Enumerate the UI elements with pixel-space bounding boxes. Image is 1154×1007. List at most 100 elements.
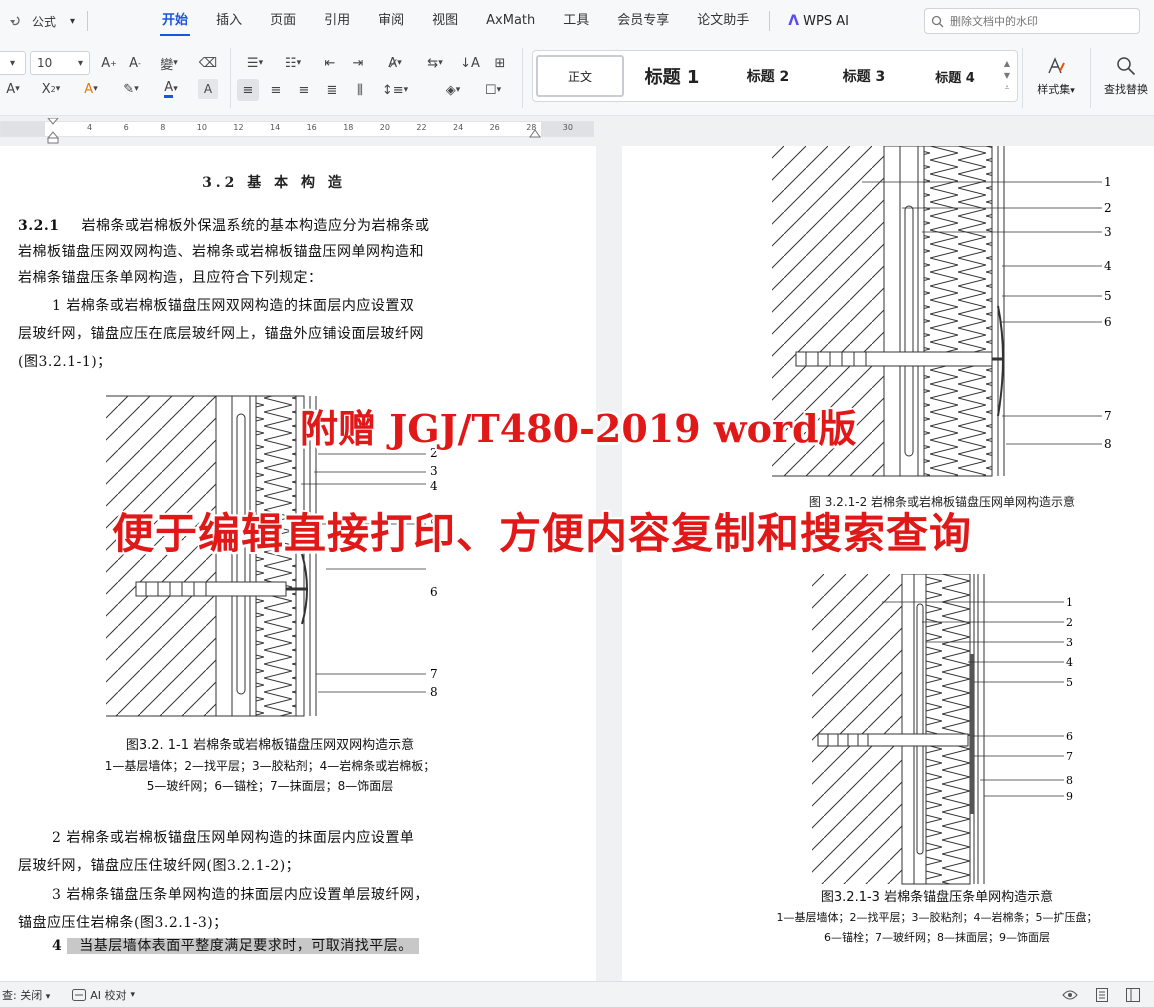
tab-6[interactable]: AxMath: [472, 0, 549, 42]
ruler-tick-label: 10: [196, 123, 207, 132]
fig3-label-5: 5: [1066, 676, 1073, 689]
menu-separator: [87, 11, 89, 31]
fig1-label-7: 7: [430, 667, 438, 681]
eye-icon[interactable]: [1062, 989, 1078, 1001]
style-set-icon: [1048, 57, 1065, 74]
item-1: 1 岩棉条或岩棉板锚盘压网双网构造的抹面层内应设置双 层玻纤网，锚盘应压在底层玻…: [18, 292, 538, 376]
fig1-label-4: 4: [430, 479, 438, 493]
tab-0[interactable]: 开始: [148, 0, 202, 42]
font-color-icon[interactable]: A ▾: [156, 78, 186, 100]
search-input[interactable]: [950, 14, 1130, 28]
justify-icon[interactable]: ≣: [320, 79, 344, 101]
document-page-right[interactable]: 1 2 3 4 5 6 7 8 图 3.2.1-2 岩棉条或岩棉板锚盘压网单网构…: [622, 146, 1154, 981]
line-spacing-icon[interactable]: ↕≡ ▾: [378, 79, 412, 101]
section-title: 3.2 基 本 构 造: [202, 175, 346, 191]
clause-line: 岩棉条锚盘压条单网构造，且应符合下列规定：: [18, 270, 323, 286]
text-effect-icon[interactable]: A ▾: [76, 78, 106, 100]
style-normal[interactable]: 正文: [536, 55, 624, 97]
item-line: 3 岩棉条锚盘压条单网构造的抹面层内应设置单层玻纤网，: [52, 887, 429, 903]
fig2-label-1: 1: [1104, 175, 1112, 189]
caption-legend-line: 1—基层墙体；2—找平层；3—胶粘剂；4—岩棉条或岩棉板；: [104, 759, 436, 773]
align-left-icon[interactable]: ≡: [237, 79, 259, 101]
tab-5[interactable]: 视图: [418, 0, 472, 42]
ruler-tick-label: 22: [416, 123, 427, 132]
tab-9[interactable]: 论文助手: [683, 0, 763, 42]
horizontal-ruler[interactable]: 4 6 8 10 12 14 16 18 20 22 24 26 28 30: [0, 118, 594, 144]
item-4-text-selected: 当基层墙体表面平整度满足要求时，可取消找平层。: [67, 938, 419, 954]
char-shading-icon[interactable]: A: [198, 79, 218, 99]
sort-icon[interactable]: ⇆ ▾: [420, 52, 450, 74]
chevron-down-icon: ▾: [45, 991, 51, 1002]
style-heading-4[interactable]: 标题 4: [912, 52, 998, 100]
decrease-font-icon[interactable]: A-: [124, 52, 146, 74]
ruler-tick-label: 26: [489, 123, 500, 132]
caption-legend-line: 1—基层墙体；2—找平层；3—胶粘剂；4—岩棉条；5—扩压盘；: [776, 911, 1098, 924]
clause-line: 岩棉板锚盘压网双网构造、岩棉条或岩棉板锚盘压网单网构造和: [18, 244, 424, 260]
layout-icon[interactable]: [1126, 987, 1140, 1002]
tab-2[interactable]: 页面: [256, 0, 310, 42]
align-center-icon[interactable]: ≡: [264, 79, 288, 101]
tab-8[interactable]: 会员专享: [603, 0, 683, 42]
wps-ai-button[interactable]: ᐱ WPS AI: [776, 13, 861, 29]
find-icon: [1117, 57, 1136, 76]
fig2-label-6: 6: [1104, 315, 1112, 329]
ruler-tick-label: 6: [123, 123, 129, 132]
search-box[interactable]: [924, 8, 1140, 34]
font-size-dropdown[interactable]: 10 ▾: [30, 51, 90, 75]
distributed-align-icon[interactable]: ⫼: [348, 79, 372, 101]
fig1-label-8: 8: [430, 685, 438, 699]
highlight-color-icon[interactable]: ✎ ▾: [116, 78, 146, 100]
chevron-up-icon[interactable]: ▲: [1004, 58, 1010, 70]
style-set-button[interactable]: 样式集▾: [1028, 50, 1084, 102]
style-heading-3[interactable]: 标题 3: [816, 52, 912, 100]
ruler-margin-left: [1, 122, 45, 136]
tab-3[interactable]: 引用: [310, 0, 364, 42]
toolbar-separator: [1090, 48, 1091, 108]
increase-indent-icon[interactable]: ⇥: [346, 52, 370, 74]
ai-check-button[interactable]: AI 校对 ▾: [72, 987, 135, 1003]
show-marks-icon[interactable]: ⊞: [488, 52, 512, 74]
review-status[interactable]: 查: 关闭 ▾: [2, 987, 50, 1003]
document-page-left[interactable]: 3.2 基 本 构 造 3.2.1 岩棉条或岩棉板外保温系统的基本构造应分为岩棉条…: [0, 146, 596, 981]
font-name-dropdown[interactable]: ▾: [0, 51, 26, 75]
chevron-down-icon: ▾: [9, 57, 16, 69]
phonetic-guide-icon[interactable]: 變 ▾: [152, 52, 186, 74]
chevron-down-icon[interactable]: ▼: [1004, 70, 1010, 82]
font-size-value: 10: [37, 56, 53, 70]
fig1-label-6: 6: [430, 585, 438, 599]
superscript-icon[interactable]: X 2 ▾: [36, 78, 66, 100]
page-view-icon[interactable]: [1096, 987, 1108, 1002]
numbered-list-icon[interactable]: ☷ ▾: [278, 52, 308, 74]
formula-menu[interactable]: 公式 ▾: [0, 0, 83, 42]
status-bar: 查: 关闭 ▾ AI 校对 ▾: [0, 981, 1154, 1007]
text-direction-icon[interactable]: A̷ ▾: [378, 52, 412, 74]
decrease-indent-icon[interactable]: ⇤: [318, 52, 342, 74]
formula-label: 公式: [32, 14, 57, 29]
tab-4[interactable]: 审阅: [364, 0, 418, 42]
style-gallery-scroll[interactable]: ▲ ▼ ⩡: [998, 58, 1016, 94]
strikethrough-dropdown-icon[interactable]: A ▾: [0, 78, 26, 100]
bullet-list-icon[interactable]: ☰ ▾: [240, 52, 270, 74]
shading-icon[interactable]: ◈ ▾: [438, 79, 468, 101]
border-icon[interactable]: ☐ ▾: [478, 79, 508, 101]
find-replace-button[interactable]: 查找替换: [1098, 50, 1154, 102]
toolbar-separator: [1022, 48, 1023, 108]
tab-7[interactable]: 工具: [549, 0, 603, 42]
expand-icon[interactable]: ⩡: [1005, 82, 1010, 94]
caption-title: 图3.2.1-3 岩棉条锚盘压条单网构造示意: [820, 890, 1054, 905]
style-heading-2[interactable]: 标题 2: [720, 52, 816, 100]
ribbon-toolbar: ▾ 10 ▾ A + A- 變 ▾ ⌫ A ▾ X 2 ▾ A ▾ ✎ ▾ A ▾ A ☰ ▾ ☷…: [0, 42, 1154, 116]
item-number: 4: [52, 938, 63, 954]
style-heading-1[interactable]: 标题 1: [624, 52, 720, 100]
sort-az-icon[interactable]: ↓A: [458, 52, 482, 74]
increase-font-icon[interactable]: A +: [98, 52, 120, 74]
tab-1[interactable]: 插入: [202, 0, 256, 42]
right-indent-marker-icon[interactable]: [529, 128, 541, 138]
indent-marker-icon[interactable]: [46, 118, 60, 144]
figure-3-2-1-3: 1 2 3 4 5 6 7 8 9: [812, 574, 1073, 885]
chevron-down-icon: ▾: [77, 57, 83, 69]
fig3-label-2: 2: [1066, 616, 1073, 629]
undo-icon[interactable]: [8, 14, 22, 28]
clear-format-icon[interactable]: ⌫: [196, 52, 220, 74]
align-right-icon[interactable]: ≡: [292, 79, 316, 101]
